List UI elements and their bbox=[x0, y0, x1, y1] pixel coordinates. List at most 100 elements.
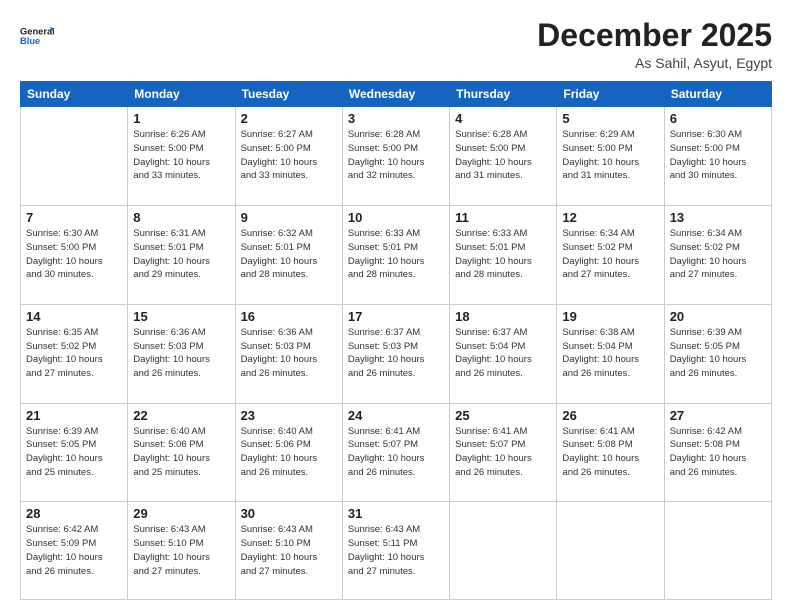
calendar-cell: 22 Sunrise: 6:40 AM Sunset: 5:06 PM Dayli… bbox=[128, 403, 235, 502]
calendar-cell: 10 Sunrise: 6:33 AM Sunset: 5:01 PM Dayli… bbox=[342, 205, 449, 304]
day-info: Sunrise: 6:27 AM Sunset: 5:00 PM Dayligh… bbox=[241, 128, 337, 183]
day-info: Sunrise: 6:26 AM Sunset: 5:00 PM Dayligh… bbox=[133, 128, 229, 183]
day-number: 15 bbox=[133, 309, 229, 324]
day-number: 11 bbox=[455, 210, 551, 225]
day-number: 26 bbox=[562, 408, 658, 423]
day-number: 28 bbox=[26, 506, 122, 521]
day-number: 29 bbox=[133, 506, 229, 521]
logo: General Blue bbox=[20, 18, 54, 54]
day-info: Sunrise: 6:30 AM Sunset: 5:00 PM Dayligh… bbox=[670, 128, 766, 183]
calendar-cell: 28Sunrise: 6:42 AM Sunset: 5:09 PM Dayli… bbox=[21, 502, 128, 600]
weekday-monday: Monday bbox=[128, 82, 235, 107]
calendar-cell: 30 Sunrise: 6:43 AM Sunset: 5:10 PM Dayli… bbox=[235, 502, 342, 600]
day-number: 5 bbox=[562, 111, 658, 126]
day-number: 20 bbox=[670, 309, 766, 324]
calendar-cell: 27 Sunrise: 6:42 AM Sunset: 5:08 PM Dayli… bbox=[664, 403, 771, 502]
day-info: Sunrise: 6:43 AM Sunset: 5:10 PM Dayligh… bbox=[241, 523, 337, 578]
weekday-tuesday: Tuesday bbox=[235, 82, 342, 107]
day-number: 21 bbox=[26, 408, 122, 423]
calendar-cell: 13 Sunrise: 6:34 AM Sunset: 5:02 PM Dayli… bbox=[664, 205, 771, 304]
day-info: Sunrise: 6:33 AM Sunset: 5:01 PM Dayligh… bbox=[455, 227, 551, 282]
weekday-wednesday: Wednesday bbox=[342, 82, 449, 107]
week-row-3: 21 Sunrise: 6:39 AM Sunset: 5:05 PM Dayli… bbox=[21, 403, 772, 502]
day-info: Sunrise: 6:43 AM Sunset: 5:11 PM Dayligh… bbox=[348, 523, 444, 578]
calendar-cell: 17 Sunrise: 6:37 AM Sunset: 5:03 PM Dayli… bbox=[342, 304, 449, 403]
calendar-cell: 21 Sunrise: 6:39 AM Sunset: 5:05 PM Dayli… bbox=[21, 403, 128, 502]
day-info: Sunrise: 6:28 AM Sunset: 5:00 PM Dayligh… bbox=[348, 128, 444, 183]
header: General Blue December 2025 As Sahil, Asy… bbox=[20, 18, 772, 71]
calendar-cell: 8 Sunrise: 6:31 AM Sunset: 5:01 PM Daylig… bbox=[128, 205, 235, 304]
calendar-cell: 12 Sunrise: 6:34 AM Sunset: 5:02 PM Dayli… bbox=[557, 205, 664, 304]
calendar-cell: 23 Sunrise: 6:40 AM Sunset: 5:06 PM Dayli… bbox=[235, 403, 342, 502]
day-number: 18 bbox=[455, 309, 551, 324]
day-number: 17 bbox=[348, 309, 444, 324]
day-number: 9 bbox=[241, 210, 337, 225]
calendar-cell bbox=[557, 502, 664, 600]
title-block: December 2025 As Sahil, Asyut, Egypt bbox=[537, 18, 772, 71]
day-number: 24 bbox=[348, 408, 444, 423]
day-info: Sunrise: 6:36 AM Sunset: 5:03 PM Dayligh… bbox=[133, 326, 229, 381]
day-info: Sunrise: 6:31 AM Sunset: 5:01 PM Dayligh… bbox=[133, 227, 229, 282]
calendar: SundayMondayTuesdayWednesdayThursdayFrid… bbox=[20, 81, 772, 600]
svg-text:Blue: Blue bbox=[20, 36, 40, 46]
calendar-cell: 15 Sunrise: 6:36 AM Sunset: 5:03 PM Dayli… bbox=[128, 304, 235, 403]
page: General Blue December 2025 As Sahil, Asy… bbox=[0, 0, 792, 612]
calendar-cell: 1Sunrise: 6:26 AM Sunset: 5:00 PM Daylig… bbox=[128, 107, 235, 206]
day-info: Sunrise: 6:37 AM Sunset: 5:04 PM Dayligh… bbox=[455, 326, 551, 381]
calendar-cell: 4Sunrise: 6:28 AM Sunset: 5:00 PM Daylig… bbox=[450, 107, 557, 206]
day-info: Sunrise: 6:37 AM Sunset: 5:03 PM Dayligh… bbox=[348, 326, 444, 381]
calendar-cell: 6 Sunrise: 6:30 AM Sunset: 5:00 PM Daylig… bbox=[664, 107, 771, 206]
day-info: Sunrise: 6:41 AM Sunset: 5:07 PM Dayligh… bbox=[348, 425, 444, 480]
day-info: Sunrise: 6:39 AM Sunset: 5:05 PM Dayligh… bbox=[670, 326, 766, 381]
day-number: 12 bbox=[562, 210, 658, 225]
day-info: Sunrise: 6:40 AM Sunset: 5:06 PM Dayligh… bbox=[133, 425, 229, 480]
calendar-cell: 7Sunrise: 6:30 AM Sunset: 5:00 PM Daylig… bbox=[21, 205, 128, 304]
calendar-cell bbox=[450, 502, 557, 600]
weekday-sunday: Sunday bbox=[21, 82, 128, 107]
calendar-cell bbox=[664, 502, 771, 600]
day-number: 8 bbox=[133, 210, 229, 225]
day-number: 4 bbox=[455, 111, 551, 126]
calendar-cell: 14 Sunrise: 6:35 AM Sunset: 5:02 PM Dayli… bbox=[21, 304, 128, 403]
day-number: 31 bbox=[348, 506, 444, 521]
day-number: 2 bbox=[241, 111, 337, 126]
calendar-cell: 5 Sunrise: 6:29 AM Sunset: 5:00 PM Daylig… bbox=[557, 107, 664, 206]
day-number: 3 bbox=[348, 111, 444, 126]
weekday-header-row: SundayMondayTuesdayWednesdayThursdayFrid… bbox=[21, 82, 772, 107]
day-info: Sunrise: 6:33 AM Sunset: 5:01 PM Dayligh… bbox=[348, 227, 444, 282]
week-row-0: 1Sunrise: 6:26 AM Sunset: 5:00 PM Daylig… bbox=[21, 107, 772, 206]
day-info: Sunrise: 6:29 AM Sunset: 5:00 PM Dayligh… bbox=[562, 128, 658, 183]
day-number: 16 bbox=[241, 309, 337, 324]
day-number: 13 bbox=[670, 210, 766, 225]
day-info: Sunrise: 6:34 AM Sunset: 5:02 PM Dayligh… bbox=[562, 227, 658, 282]
day-number: 19 bbox=[562, 309, 658, 324]
calendar-cell: 2 Sunrise: 6:27 AM Sunset: 5:00 PM Daylig… bbox=[235, 107, 342, 206]
calendar-cell: 31 Sunrise: 6:43 AM Sunset: 5:11 PM Dayli… bbox=[342, 502, 449, 600]
week-row-1: 7Sunrise: 6:30 AM Sunset: 5:00 PM Daylig… bbox=[21, 205, 772, 304]
calendar-cell: 29Sunrise: 6:43 AM Sunset: 5:10 PM Dayli… bbox=[128, 502, 235, 600]
calendar-cell: 16Sunrise: 6:36 AM Sunset: 5:03 PM Dayli… bbox=[235, 304, 342, 403]
day-info: Sunrise: 6:40 AM Sunset: 5:06 PM Dayligh… bbox=[241, 425, 337, 480]
day-number: 23 bbox=[241, 408, 337, 423]
day-info: Sunrise: 6:32 AM Sunset: 5:01 PM Dayligh… bbox=[241, 227, 337, 282]
weekday-friday: Friday bbox=[557, 82, 664, 107]
day-info: Sunrise: 6:30 AM Sunset: 5:00 PM Dayligh… bbox=[26, 227, 122, 282]
day-number: 27 bbox=[670, 408, 766, 423]
calendar-cell: 3 Sunrise: 6:28 AM Sunset: 5:00 PM Daylig… bbox=[342, 107, 449, 206]
day-info: Sunrise: 6:34 AM Sunset: 5:02 PM Dayligh… bbox=[670, 227, 766, 282]
calendar-cell: 20 Sunrise: 6:39 AM Sunset: 5:05 PM Dayli… bbox=[664, 304, 771, 403]
logo-svg: General Blue bbox=[20, 18, 54, 54]
weekday-saturday: Saturday bbox=[664, 82, 771, 107]
day-number: 30 bbox=[241, 506, 337, 521]
day-info: Sunrise: 6:35 AM Sunset: 5:02 PM Dayligh… bbox=[26, 326, 122, 381]
calendar-cell: 9 Sunrise: 6:32 AM Sunset: 5:01 PM Daylig… bbox=[235, 205, 342, 304]
day-info: Sunrise: 6:42 AM Sunset: 5:08 PM Dayligh… bbox=[670, 425, 766, 480]
calendar-cell: 25Sunrise: 6:41 AM Sunset: 5:07 PM Dayli… bbox=[450, 403, 557, 502]
calendar-cell: 26Sunrise: 6:41 AM Sunset: 5:08 PM Dayli… bbox=[557, 403, 664, 502]
day-number: 22 bbox=[133, 408, 229, 423]
day-info: Sunrise: 6:39 AM Sunset: 5:05 PM Dayligh… bbox=[26, 425, 122, 480]
calendar-cell bbox=[21, 107, 128, 206]
day-number: 14 bbox=[26, 309, 122, 324]
day-number: 10 bbox=[348, 210, 444, 225]
day-number: 6 bbox=[670, 111, 766, 126]
